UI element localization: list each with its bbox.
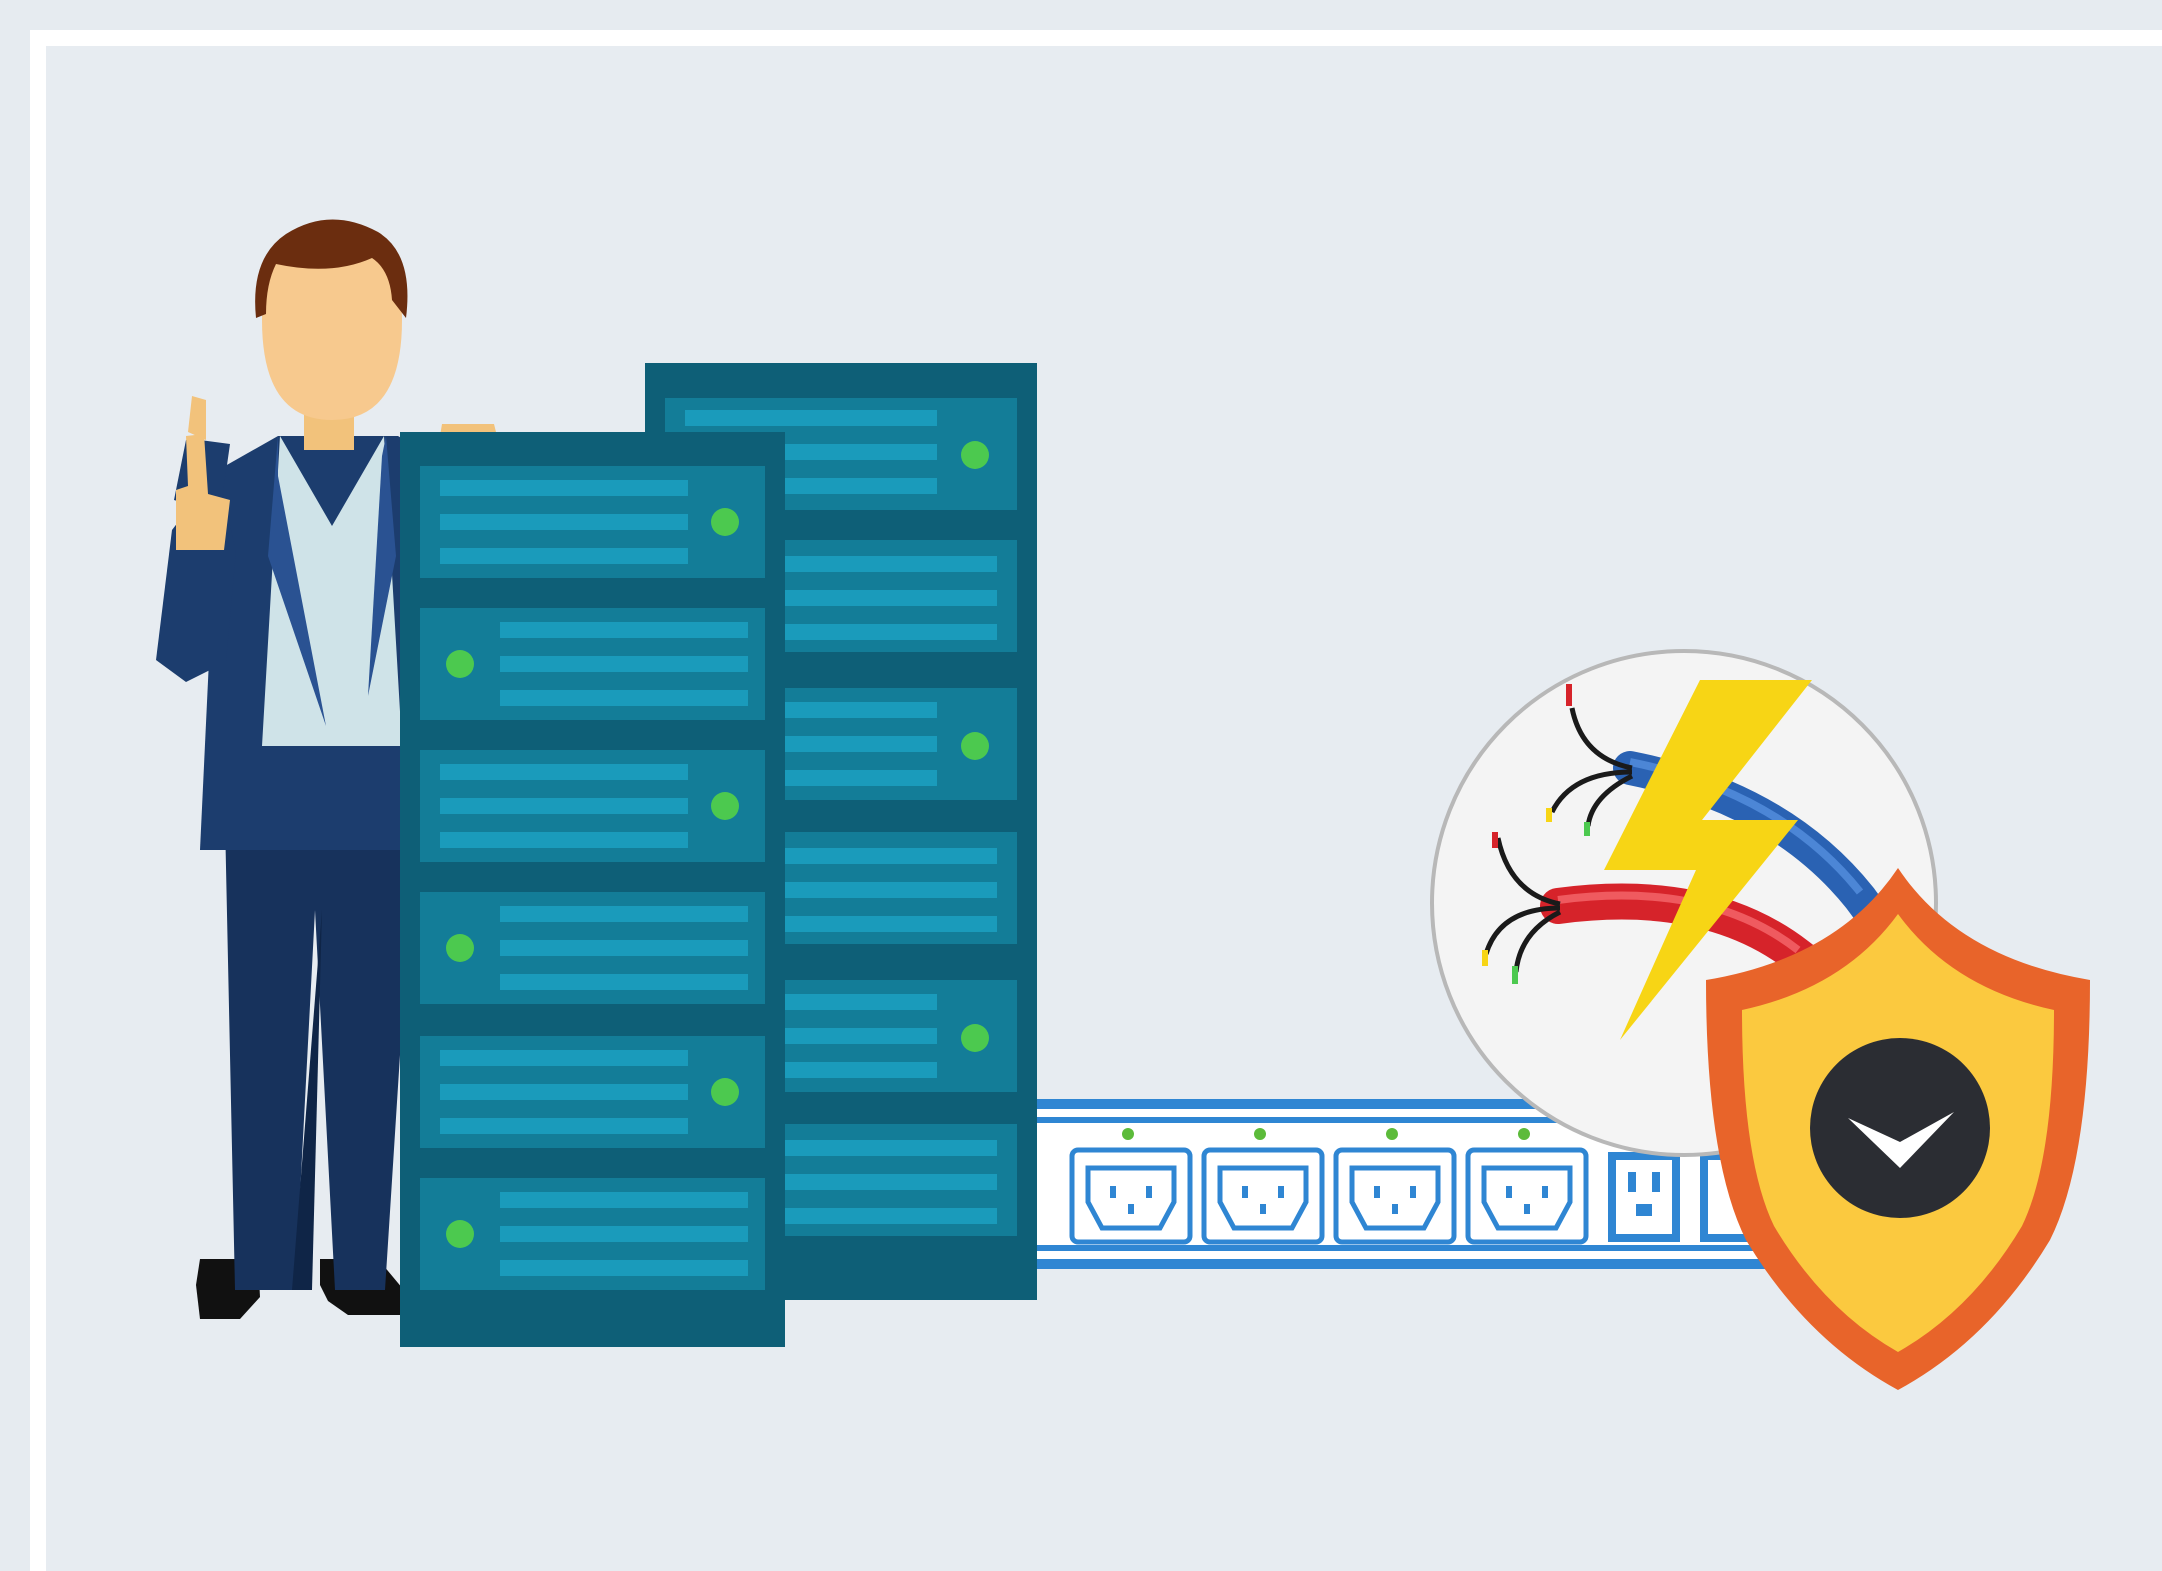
checkmark-badge	[1810, 1038, 1990, 1218]
server-rack-front	[400, 432, 785, 1347]
server-protection-illustration	[156, 219, 2090, 1390]
